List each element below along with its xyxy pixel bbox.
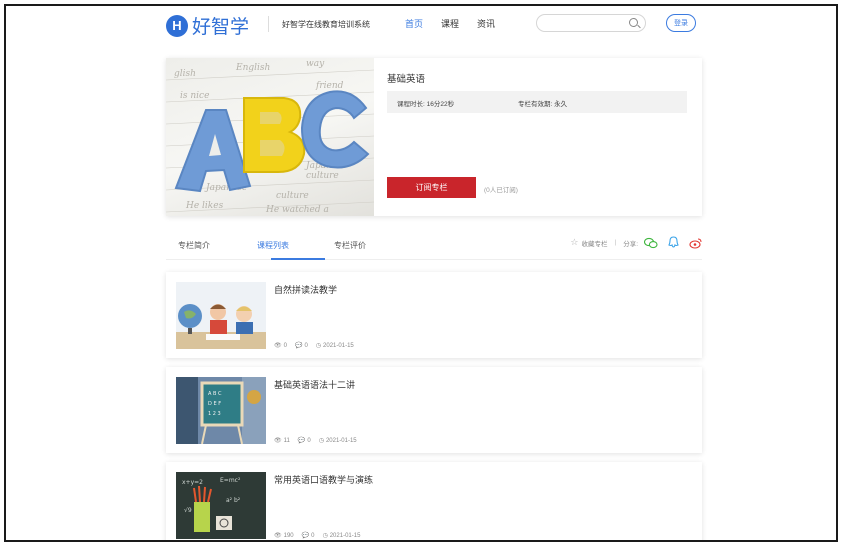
favorite-link[interactable]: 收藏专栏 bbox=[581, 238, 607, 248]
tab-lesson-list[interactable]: 课程列表 bbox=[257, 240, 289, 251]
svg-text:glish: glish bbox=[174, 69, 196, 79]
lesson-title[interactable]: 常用英语口语教学与演练 bbox=[274, 473, 373, 486]
course-validity: 专栏有效期: 永久 bbox=[518, 101, 568, 108]
comment-count: 💬 0 bbox=[297, 437, 311, 445]
publish-date: ◷ 2021-01-15 bbox=[318, 437, 357, 445]
letter-a-block bbox=[174, 109, 252, 193]
lesson-thumbnail bbox=[176, 282, 266, 349]
comment-count: 💬 0 bbox=[294, 342, 308, 350]
lesson-stats: 👁 0 💬 0 ◷ 2021-01-15 bbox=[274, 342, 354, 350]
logo[interactable]: H 好智学 bbox=[166, 12, 249, 39]
lesson-thumbnail: A B C D E F 1 2 3 bbox=[176, 377, 266, 444]
course-card: glishEnglishway is nicefriend Japanesecu… bbox=[166, 58, 702, 216]
logo-text: 好智学 bbox=[192, 16, 250, 38]
lesson-stats: 👁 190 💬 0 ◷ 2021-01-15 bbox=[274, 532, 361, 540]
search-box bbox=[536, 14, 646, 34]
weibo-icon[interactable] bbox=[689, 237, 702, 249]
lesson-title[interactable]: 自然拼读法教学 bbox=[274, 283, 337, 296]
nav-home[interactable]: 首页 bbox=[405, 17, 423, 30]
eye-icon: 👁 bbox=[274, 343, 282, 349]
course-cover-image: glishEnglishway is nicefriend Japanesecu… bbox=[166, 58, 374, 216]
search-input[interactable] bbox=[545, 17, 635, 34]
comment-icon: 💬 bbox=[297, 438, 306, 444]
svg-text:He watched a: He watched a bbox=[265, 205, 329, 215]
course-tabs: 专栏简介 课程列表 专栏评价 ☆ 收藏专栏 | 分享: bbox=[166, 234, 702, 260]
svg-text:is nice: is nice bbox=[180, 91, 209, 101]
course-meta: 课程时长: 16分22秒 专栏有效期: 永久 bbox=[387, 91, 687, 113]
subscriber-count: (0人已订阅) bbox=[484, 187, 518, 194]
eye-icon: 👁 bbox=[274, 533, 282, 539]
svg-text:1 2 3: 1 2 3 bbox=[208, 411, 221, 417]
publish-date: ◷ 2021-01-15 bbox=[322, 532, 361, 540]
eye-icon: 👁 bbox=[274, 438, 282, 444]
svg-text:E=mc²: E=mc² bbox=[220, 477, 241, 484]
logo-divider bbox=[268, 16, 269, 32]
comment-count: 💬 0 bbox=[301, 532, 315, 540]
lesson-stats: 👁 11 💬 0 ◷ 2021-01-15 bbox=[274, 437, 357, 445]
site-subtitle: 好智学在线教育培训系统 bbox=[282, 20, 370, 29]
header: H 好智学 好智学在线教育培训系统 首页 课程 资讯 登录 bbox=[6, 6, 836, 46]
svg-text:x+y=2: x+y=2 bbox=[182, 479, 203, 486]
nav-news[interactable]: 资讯 bbox=[477, 17, 495, 30]
qq-icon[interactable] bbox=[668, 236, 679, 249]
svg-text:way: way bbox=[306, 59, 325, 69]
svg-text:friend: friend bbox=[315, 81, 344, 91]
lesson-item[interactable]: 自然拼读法教学 👁 0 💬 0 ◷ 2021-01-15 bbox=[166, 272, 702, 358]
active-tab-underline bbox=[271, 258, 325, 260]
svg-text:English: English bbox=[235, 63, 270, 73]
svg-text:culture: culture bbox=[276, 191, 309, 201]
lesson-thumbnail: x+y=2 E=mc² a² b² √9 bbox=[176, 472, 266, 539]
course-info: 基础英语 课程时长: 16分22秒 专栏有效期: 永久 订阅专栏 (0人已订阅) bbox=[374, 58, 702, 216]
tools-separator: | bbox=[614, 239, 617, 246]
svg-text:a² b²: a² b² bbox=[226, 497, 241, 504]
svg-text:D E F: D E F bbox=[208, 401, 221, 407]
main-nav: 首页 课程 资讯 bbox=[405, 17, 495, 30]
letter-c-block bbox=[300, 90, 370, 169]
tab-tools: ☆ 收藏专栏 | 分享: bbox=[570, 236, 702, 249]
page-frame: H 好智学 好智学在线教育培训系统 首页 课程 资讯 登录 glish Engl… bbox=[4, 4, 838, 542]
svg-text:√9: √9 bbox=[184, 507, 192, 514]
svg-text:A B C: A B C bbox=[208, 391, 222, 397]
clock-icon: ◷ bbox=[318, 438, 324, 444]
svg-text:culture: culture bbox=[306, 171, 339, 181]
comment-icon: 💬 bbox=[294, 343, 303, 349]
comment-icon: 💬 bbox=[301, 533, 310, 539]
course-duration: 课程时长: 16分22秒 bbox=[397, 101, 455, 108]
letter-b-block bbox=[243, 97, 306, 173]
lesson-item[interactable]: x+y=2 E=mc² a² b² √9 常用英语口语教学与演练 👁 190 💬 0 ◷ 2… bbox=[166, 462, 702, 540]
lesson-item[interactable]: A B C D E F 1 2 3 基础英语语法十二讲 👁 11 💬 0 ◷ 2021-0… bbox=[166, 367, 702, 453]
login-button[interactable]: 登录 bbox=[666, 14, 696, 32]
svg-text:He likes: He likes bbox=[185, 201, 224, 211]
wechat-icon[interactable] bbox=[644, 237, 658, 249]
star-icon[interactable]: ☆ bbox=[570, 237, 578, 248]
nav-courses[interactable]: 课程 bbox=[441, 17, 459, 30]
share-label: 分享: bbox=[623, 240, 638, 248]
tab-intro[interactable]: 专栏简介 bbox=[178, 240, 210, 251]
course-title: 基础英语 bbox=[387, 74, 426, 85]
subscribe-button[interactable]: 订阅专栏 bbox=[387, 177, 476, 198]
view-count: 👁 11 bbox=[274, 437, 290, 445]
lesson-title[interactable]: 基础英语语法十二讲 bbox=[274, 378, 355, 391]
clock-icon: ◷ bbox=[322, 533, 328, 539]
logo-mark: H bbox=[166, 14, 188, 37]
clock-icon: ◷ bbox=[315, 343, 322, 349]
search-icon[interactable] bbox=[629, 18, 638, 27]
publish-date: ◷ 2021-01-15 bbox=[315, 342, 354, 350]
view-count: 👁 0 bbox=[274, 342, 287, 350]
view-count: 👁 190 bbox=[274, 532, 294, 540]
tab-reviews[interactable]: 专栏评价 bbox=[334, 240, 366, 251]
